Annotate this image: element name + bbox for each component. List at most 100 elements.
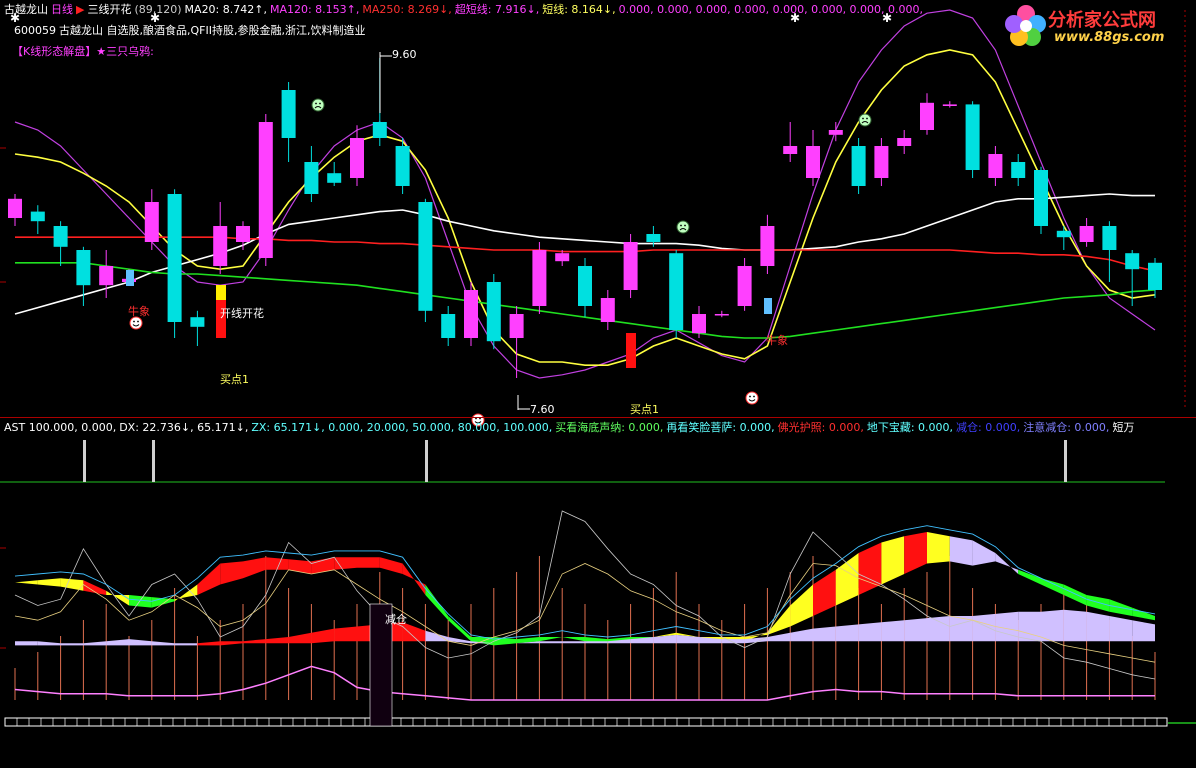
candle-body — [281, 90, 296, 138]
candle — [1034, 166, 1048, 234]
moving-average-lines — [14, 9, 1156, 379]
sad-face-icon — [676, 220, 690, 234]
candle-body — [806, 146, 820, 178]
candle — [692, 306, 706, 338]
low-band-segment — [106, 639, 129, 646]
site-logo[interactable]: 分析家公式网 www.88gs.com — [1000, 2, 1196, 50]
low-band-segment — [265, 637, 289, 644]
xiaolian-value: 再看笑脸菩萨: 0.000, — [666, 421, 775, 434]
candle-body — [167, 194, 182, 322]
face-eye — [680, 224, 682, 227]
candle-body — [623, 242, 638, 290]
low-band-segment — [1018, 611, 1041, 642]
candle-body — [1011, 162, 1026, 178]
candle-body — [76, 250, 91, 286]
candle — [920, 93, 934, 135]
cloud-segment — [357, 557, 380, 568]
candle-body — [1102, 226, 1117, 250]
cloud-segment — [949, 536, 973, 566]
candle-body — [578, 266, 592, 306]
cloud-segment — [334, 557, 357, 570]
zx-value: ZX: 65.171↓, 0.000, 20.000, 50.000, 80.0… — [251, 421, 553, 434]
candle-body — [441, 314, 456, 338]
sub-indicator-chart[interactable] — [0, 440, 1196, 727]
low-band-segment — [767, 632, 791, 642]
candlestick-series[interactable] — [8, 58, 1162, 378]
candle — [851, 138, 866, 194]
cloud-segment — [1041, 578, 1064, 595]
stock-info-line: 600059 古越龙山 自选股,酿酒食品,QFII持股,参股金融,浙江,饮料制造业 — [14, 24, 368, 37]
period-label[interactable]: 日线 — [51, 3, 73, 16]
candle — [897, 130, 912, 154]
candle — [737, 258, 752, 311]
low-band-segment — [858, 622, 882, 642]
candle-body — [988, 154, 1003, 178]
cloud-segment — [539, 637, 563, 642]
candle — [806, 130, 820, 186]
cloud-segment — [311, 557, 335, 574]
candle — [1148, 258, 1162, 298]
signal-bar-red — [626, 333, 636, 368]
face-eye — [753, 395, 755, 398]
chart-markers: ✱ ✱ ✱ ✱ — [10, 11, 892, 427]
chart-stage[interactable]: ✱ ✱ ✱ ✱ — [0, 0, 1196, 768]
candle-body — [236, 226, 250, 242]
low-band-segment — [585, 641, 608, 644]
face-eye — [684, 224, 686, 227]
pattern-label: 【K线形态解盘】★三只乌鸦: — [12, 45, 154, 58]
face-eye — [862, 117, 864, 120]
face-eye — [749, 395, 751, 398]
dixia-value: 地下宝藏: 0.000, — [866, 421, 954, 434]
low-band-segment — [790, 628, 813, 642]
low-band-segment — [995, 611, 1019, 642]
candle-body — [555, 253, 570, 262]
candle-body — [851, 146, 866, 186]
face-eye — [866, 117, 868, 120]
candle — [669, 250, 684, 338]
candle-body — [8, 198, 22, 218]
candle-body — [897, 138, 912, 146]
ma20-value: MA20: 8.742↑, — [184, 3, 267, 16]
cloud-segment — [151, 597, 175, 608]
low-band-segment — [676, 634, 699, 644]
stock-concepts: 古越龙山 自选股,酿酒食品,QFII持股,参股金融,浙江,饮料制造业 — [59, 24, 366, 37]
low-band-segment — [83, 641, 107, 646]
candle — [441, 306, 456, 346]
candle — [281, 82, 296, 162]
indicator-params: (89,120) — [134, 3, 182, 16]
signal-spike — [425, 440, 428, 482]
face-circle — [129, 316, 143, 330]
signal-spike — [1064, 440, 1067, 482]
candle — [395, 138, 410, 194]
candle-body — [692, 314, 706, 334]
face-eye — [315, 102, 317, 105]
foguang-value: 佛光护照: 0.000, — [777, 421, 864, 434]
face-circle — [676, 220, 690, 234]
ma-purple-line — [14, 9, 1156, 379]
low-band-segment — [881, 620, 905, 642]
candle-body — [395, 146, 410, 186]
cloud-segment — [106, 590, 129, 606]
cloud-segment — [220, 561, 243, 585]
candle — [167, 189, 182, 338]
signal-spike — [152, 440, 155, 482]
candle-body — [874, 146, 889, 178]
low-band-segment — [220, 641, 243, 646]
candle-body — [190, 317, 205, 327]
candle-body — [509, 314, 524, 338]
stock-code: 600059 — [14, 24, 56, 37]
indicator-flag-icon: ▶ — [76, 3, 85, 16]
cloud-segment — [995, 553, 1019, 574]
low-band-segment — [562, 641, 585, 644]
low-price-label: 7.60 — [530, 403, 555, 416]
candle-body — [1056, 230, 1071, 238]
indicator-name[interactable]: 三线开花 — [87, 3, 131, 16]
candle — [965, 101, 980, 178]
cloud-segment — [881, 536, 905, 585]
candle — [258, 114, 273, 266]
candle — [874, 138, 889, 186]
candle-body — [418, 202, 433, 311]
candle — [327, 162, 342, 186]
cloud-segment — [1063, 584, 1087, 606]
short-line-value: 短线: 8.164↓, — [542, 3, 616, 16]
